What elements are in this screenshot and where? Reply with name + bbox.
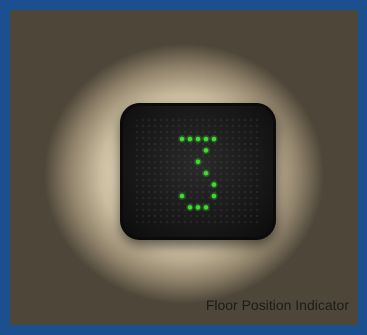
led-dot <box>179 193 185 199</box>
led-dot <box>187 136 193 142</box>
led-dot <box>187 205 193 210</box>
photo-frame: Floor Position Indicator <box>0 0 367 335</box>
led-dot <box>195 159 201 165</box>
led-dot <box>203 170 209 176</box>
led-dot <box>203 205 209 210</box>
led-dot <box>203 148 209 153</box>
led-dot <box>211 182 217 187</box>
led-dot <box>211 136 217 142</box>
led-dot <box>195 136 201 142</box>
floor-indicator-panel <box>120 103 276 240</box>
led-digit <box>178 135 218 212</box>
led-dot <box>211 193 217 199</box>
led-dot <box>203 136 209 142</box>
caption-label: Floor Position Indicator <box>205 297 349 313</box>
led-dot <box>179 136 185 142</box>
led-dot <box>195 205 201 210</box>
elevator-photo: Floor Position Indicator <box>10 10 358 325</box>
